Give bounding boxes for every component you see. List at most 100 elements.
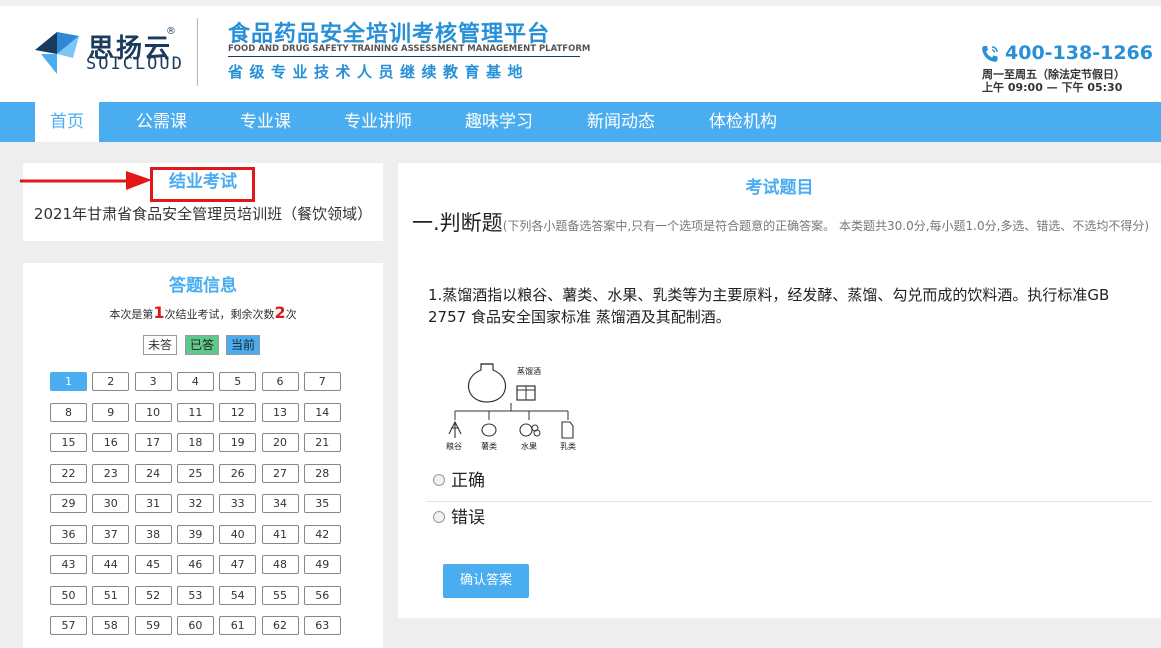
question-number-button[interactable]: 25 (176, 463, 214, 483)
nav-item-health-check[interactable]: 体检机构 (709, 102, 777, 142)
question-number-button[interactable]: 28 (303, 463, 341, 483)
question-number-button[interactable]: 5 (219, 372, 257, 391)
question-number-button[interactable]: 29 (50, 494, 87, 513)
question-number-button[interactable]: 52 (134, 585, 172, 605)
option-false[interactable]: 错误 (433, 506, 485, 530)
question-number-button[interactable]: 1 (50, 372, 87, 391)
question-number-button[interactable]: 32 (176, 494, 214, 513)
question-number-button[interactable]: 49 (303, 555, 341, 574)
question-number-button[interactable]: 41 (261, 524, 299, 544)
platform-subtitle: 省级专业技术人员继续教育基地 (228, 63, 530, 81)
question-number-button[interactable]: 39 (176, 524, 214, 544)
nav-item-home[interactable]: 首页 (35, 102, 99, 142)
question-number-button[interactable]: 13 (261, 402, 299, 422)
question-number-button[interactable]: 24 (134, 463, 172, 483)
nav-item-public-courses[interactable]: 公需课 (136, 102, 187, 142)
question-number-button[interactable]: 60 (176, 616, 214, 635)
question-number-button[interactable]: 11 (176, 402, 214, 422)
question-number-button[interactable]: 62 (261, 616, 299, 635)
question-number-button[interactable]: 30 (92, 494, 130, 513)
nav-item-lecturers[interactable]: 专业讲师 (344, 102, 412, 142)
attempt-info: 本次是第1次结业考试，剩余次数2次 (23, 303, 383, 322)
question-number-button[interactable]: 31 (134, 494, 172, 513)
nav-item-news[interactable]: 新闻动态 (587, 102, 655, 142)
question-number-button[interactable]: 50 (50, 585, 87, 605)
question-number-button[interactable]: 7 (303, 372, 341, 391)
attempt-text-post: 次 (285, 308, 297, 321)
question-number-button[interactable]: 16 (92, 433, 130, 452)
red-arrow-icon (20, 171, 152, 190)
question-number-button[interactable]: 14 (303, 402, 341, 422)
question-number-button[interactable]: 26 (219, 463, 257, 483)
question-number-button[interactable]: 57 (50, 616, 87, 635)
question-number-button[interactable]: 23 (92, 463, 130, 483)
radio-false[interactable] (433, 510, 445, 523)
question-number-button[interactable]: 27 (261, 463, 299, 483)
service-hours: 上午 09:00 — 下午 05:30 (982, 81, 1123, 94)
question-number-button[interactable]: 8 (50, 402, 87, 422)
question-number-button[interactable]: 47 (219, 555, 257, 574)
course-name: 2021年甘肃省食品安全管理员培训班（餐饮领域） (33, 205, 373, 223)
question-number-button[interactable]: 20 (261, 433, 299, 452)
question-number-button[interactable]: 10 (134, 402, 172, 422)
question-number-button[interactable]: 48 (261, 555, 299, 574)
question-number-button[interactable]: 9 (92, 402, 130, 422)
header-divider (197, 18, 198, 86)
question-panel: 考试题目 一.判断题(下列各小题备选答案中,只有一个选项是符合题意的正确答案。 … (398, 163, 1161, 618)
section-note: (下列各小题备选答案中,只有一个选项是符合题意的正确答案。 本类题共30.0分,… (502, 219, 1150, 233)
question-number-button[interactable]: 53 (176, 585, 214, 605)
question-number-button[interactable]: 37 (92, 524, 130, 544)
question-number-button[interactable]: 56 (303, 585, 341, 605)
question-text: 1.蒸馏酒指以粮谷、薯类、水果、乳类等为主要原料，经发酵、蒸馏、勾兑而成的饮料酒… (428, 286, 1110, 326)
question-number-button[interactable]: 36 (50, 524, 87, 544)
question-number-button[interactable]: 58 (92, 616, 130, 635)
question-number-button[interactable]: 46 (176, 555, 214, 574)
question-number-button[interactable]: 34 (261, 494, 299, 513)
question-number-button[interactable]: 59 (134, 616, 172, 635)
platform-underline (228, 56, 580, 57)
diagram-label-grain: 粮谷 (446, 441, 462, 451)
option-true-label: 正确 (451, 471, 485, 491)
question-number-button[interactable]: 15 (50, 433, 87, 452)
question-number-button[interactable]: 35 (303, 494, 341, 513)
question-number-button[interactable]: 43 (50, 555, 87, 574)
question-number-button[interactable]: 2 (92, 372, 130, 391)
nav-item-professional-courses[interactable]: 专业课 (240, 102, 291, 142)
question-number-button[interactable]: 33 (219, 494, 257, 513)
question-number-button[interactable]: 40 (219, 524, 257, 544)
question-number-button[interactable]: 63 (303, 616, 341, 635)
question-number-button[interactable]: 45 (134, 555, 172, 574)
option-true[interactable]: 正确 (433, 469, 485, 493)
section-title: 一.判断题 (412, 211, 503, 235)
question-number-button[interactable]: 4 (176, 372, 214, 391)
question-number-button[interactable]: 51 (92, 585, 130, 605)
main-nav: 首页 公需课 专业课 专业讲师 趣味学习 新闻动态 体检机构 (0, 102, 1161, 142)
section-heading: 一.判断题(下列各小题备选答案中,只有一个选项是符合题意的正确答案。 本类题共3… (412, 210, 1152, 239)
question-number-button[interactable]: 54 (219, 585, 257, 605)
question-number-button[interactable]: 6 (261, 372, 299, 391)
question-number-button[interactable]: 12 (219, 402, 257, 422)
logo-text-en: SOICLOUD (86, 54, 184, 74)
question-number-button[interactable]: 55 (261, 585, 299, 605)
question-number-button[interactable]: 19 (219, 433, 257, 452)
question-number-button[interactable]: 38 (134, 524, 172, 544)
question-number-button[interactable]: 3 (134, 372, 172, 391)
confirm-answer-button[interactable]: 确认答案 (443, 564, 529, 598)
question-number-button[interactable]: 21 (303, 433, 341, 452)
nav-item-fun-learning[interactable]: 趣味学习 (465, 102, 533, 142)
question-number-button[interactable]: 18 (176, 433, 214, 452)
question-number-button[interactable]: 22 (50, 463, 87, 483)
question-number-button[interactable]: 17 (134, 433, 172, 452)
question-number-button[interactable]: 44 (92, 555, 130, 574)
remaining-number: 2 (274, 303, 286, 322)
question-number-button[interactable]: 42 (303, 524, 341, 544)
diagram-label-tuber: 薯类 (481, 441, 497, 451)
answer-info-panel: 答题信息 本次是第1次结业考试，剩余次数2次 未答 已答 当前 12345678… (23, 263, 383, 648)
question-number-button[interactable]: 61 (219, 616, 257, 635)
legend-unanswered: 未答 (143, 335, 178, 355)
answer-info-title: 答题信息 (169, 276, 237, 296)
diagram-label-dairy: 乳类 (560, 441, 576, 451)
phone-icon (982, 46, 998, 62)
distilled-liquor-diagram: 蒸馏酒 粮谷 薯类 水果 乳类 (446, 363, 576, 451)
radio-true[interactable] (433, 473, 445, 486)
